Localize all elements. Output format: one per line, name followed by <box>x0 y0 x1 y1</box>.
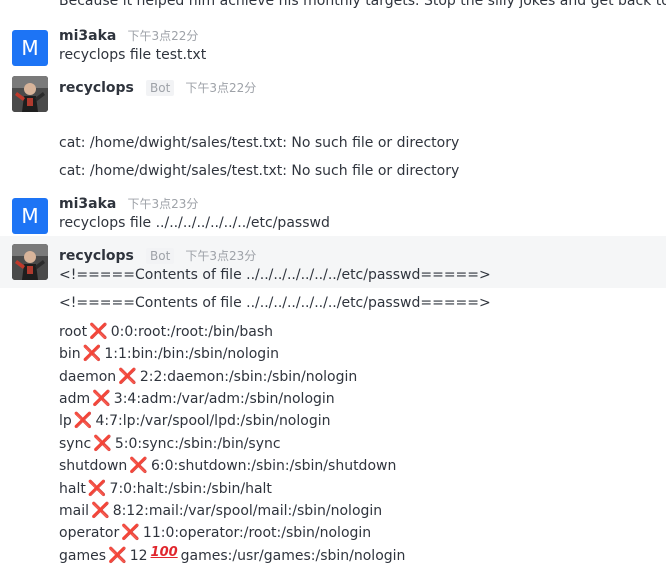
cross-mark-icon: ❌ <box>87 479 107 497</box>
message-timestamp[interactable]: 下午3点22分 <box>127 29 198 43</box>
message-text: cat: /home/dwight/sales/test.txt: No suc… <box>59 135 460 151</box>
message-text: recyclops file test.txt <box>59 47 207 63</box>
bot-avatar-image <box>12 76 48 112</box>
message-item: recyclops Bot 下午3点22分 cat: /home/dwight/… <box>0 70 666 182</box>
passwd-entry: 2:2:daemon:/sbin:/sbin/nologin <box>139 369 358 385</box>
message-timestamp[interactable]: 下午3点23分 <box>185 249 256 263</box>
message-timestamp[interactable]: 下午3点22分 <box>185 81 256 95</box>
avatar-letter: M <box>21 204 39 228</box>
passwd-user: operator <box>59 525 120 541</box>
cross-mark-icon: ❌ <box>73 411 93 429</box>
passwd-line: halt ❌ 7:0:halt:/sbin:/sbin/halt <box>59 478 272 499</box>
passwd-user: bin <box>59 346 81 362</box>
message-item-hovered: recyclops Bot 下午3点23分 <!=====Contents of… <box>0 236 666 288</box>
passwd-line: sync ❌ 5:0:sync:/sbin:/bin/sync <box>59 433 281 454</box>
username[interactable]: mi3aka <box>59 196 116 212</box>
message-timestamp[interactable]: 下午3点23分 <box>127 197 198 211</box>
avatar-letter: M <box>21 36 39 60</box>
message-item: M mi3aka 下午3点23分 recyclops file ../../..… <box>0 192 666 236</box>
passwd-line: daemon ❌ 2:2:daemon:/sbin:/sbin/nologin <box>59 366 357 387</box>
passwd-line: operator ❌ 11:0:operator:/root:/sbin/nolog… <box>59 522 371 543</box>
cross-mark-icon: ❌ <box>92 389 111 407</box>
cross-mark-icon: ❌ <box>89 322 108 340</box>
passwd-line: root ❌ 0:0:root:/root:/bin/bash <box>59 321 273 342</box>
bot-badge: Bot <box>146 248 175 264</box>
bot-badge: Bot <box>146 80 175 96</box>
passwd-line: mail ❌ 8:12:mail:/var/spool/mail:/sbin/nol… <box>59 500 382 521</box>
message-header: mi3aka 下午3点23分 <box>59 194 198 213</box>
passwd-user: lp <box>59 413 72 429</box>
chat-message-list[interactable]: Because it helped him achieve his monthl… <box>0 0 666 574</box>
message-text: <!=====Contents of file ../../../../../.… <box>59 267 491 283</box>
bot-avatar-image <box>12 244 48 280</box>
bot-avatar[interactable] <box>12 244 48 280</box>
passwd-user: root <box>59 324 88 340</box>
cross-mark-icon: ❌ <box>129 456 148 474</box>
passwd-line: bin ❌ 1:1:bin:/bin:/sbin/nologin <box>59 343 279 364</box>
passwd-entry: 3:4:adm:/var/adm:/sbin/nologin <box>113 391 335 407</box>
passwd-entry: 5:0:sync:/sbin:/bin/sync <box>114 436 281 452</box>
passwd-line: lp ❌ 4:7:lp:/var/spool/lpd:/sbin/nologin <box>59 410 330 431</box>
cross-mark-icon: ❌ <box>82 344 102 362</box>
passwd-entry: 8:12:mail:/var/spool/mail:/sbin/nologin <box>112 503 383 519</box>
passwd-user: mail <box>59 503 89 519</box>
passwd-entry: 0:0:root:/root:/bin/bash <box>110 324 274 340</box>
passwd-user: sync <box>59 436 92 452</box>
previous-message-text: Because it helped him achieve his monthl… <box>59 0 666 9</box>
message-text: <!=====Contents of file ../../../../../.… <box>59 295 491 311</box>
passwd-entry: 7:0:halt:/sbin:/sbin/halt <box>109 481 272 497</box>
cross-mark-icon: ❌ <box>121 523 140 541</box>
message-text: recyclops file ../../../../../../../etc/… <box>59 215 330 231</box>
cross-mark-icon: ❌ <box>93 434 112 452</box>
passwd-line: shutdown ❌ 6:0:shutdown:/sbin:/sbin/shutdo… <box>59 455 396 476</box>
hundred-points-icon: 100 <box>150 545 178 560</box>
message-item: M mi3aka 下午3点22分 recyclops file test.txt <box>0 24 666 68</box>
cross-mark-icon: ❌ <box>108 546 127 564</box>
bot-avatar[interactable] <box>12 76 48 112</box>
passwd-entry-continued: games:/usr/games:/sbin/nologin <box>180 548 406 564</box>
passwd-user: games <box>59 548 107 564</box>
message-header: mi3aka 下午3点22分 <box>59 26 198 45</box>
passwd-user: halt <box>59 481 86 497</box>
user-avatar[interactable]: M <box>12 30 48 66</box>
passwd-user: shutdown <box>59 458 128 474</box>
username[interactable]: mi3aka <box>59 28 116 44</box>
passwd-entry: 12 <box>129 548 148 564</box>
username[interactable]: recyclops <box>59 80 134 96</box>
passwd-line: adm ❌ 3:4:adm:/var/adm:/sbin/nologin <box>59 388 335 409</box>
cross-mark-icon: ❌ <box>91 501 110 519</box>
passwd-entry: 6:0:shutdown:/sbin:/sbin/shutdown <box>151 458 397 474</box>
user-avatar[interactable]: M <box>12 198 48 234</box>
passwd-entry: 4:7:lp:/var/spool/lpd:/sbin/nologin <box>95 413 331 429</box>
passwd-line: games ❌ 12 100 games:/usr/games:/sbin/nologi… <box>59 545 405 567</box>
cross-mark-icon: ❌ <box>118 367 137 385</box>
message-header: recyclops Bot 下午3点22分 <box>59 78 256 97</box>
message-header: recyclops Bot 下午3点23分 <box>59 246 256 265</box>
passwd-entry: 11:0:operator:/root:/sbin/nologin <box>142 525 372 541</box>
passwd-entry: 1:1:bin:/bin:/sbin/nologin <box>104 346 279 362</box>
passwd-user: daemon <box>59 369 117 385</box>
username[interactable]: recyclops <box>59 248 134 264</box>
message-text: cat: /home/dwight/sales/test.txt: No suc… <box>59 163 460 179</box>
passwd-user: adm <box>59 391 91 407</box>
